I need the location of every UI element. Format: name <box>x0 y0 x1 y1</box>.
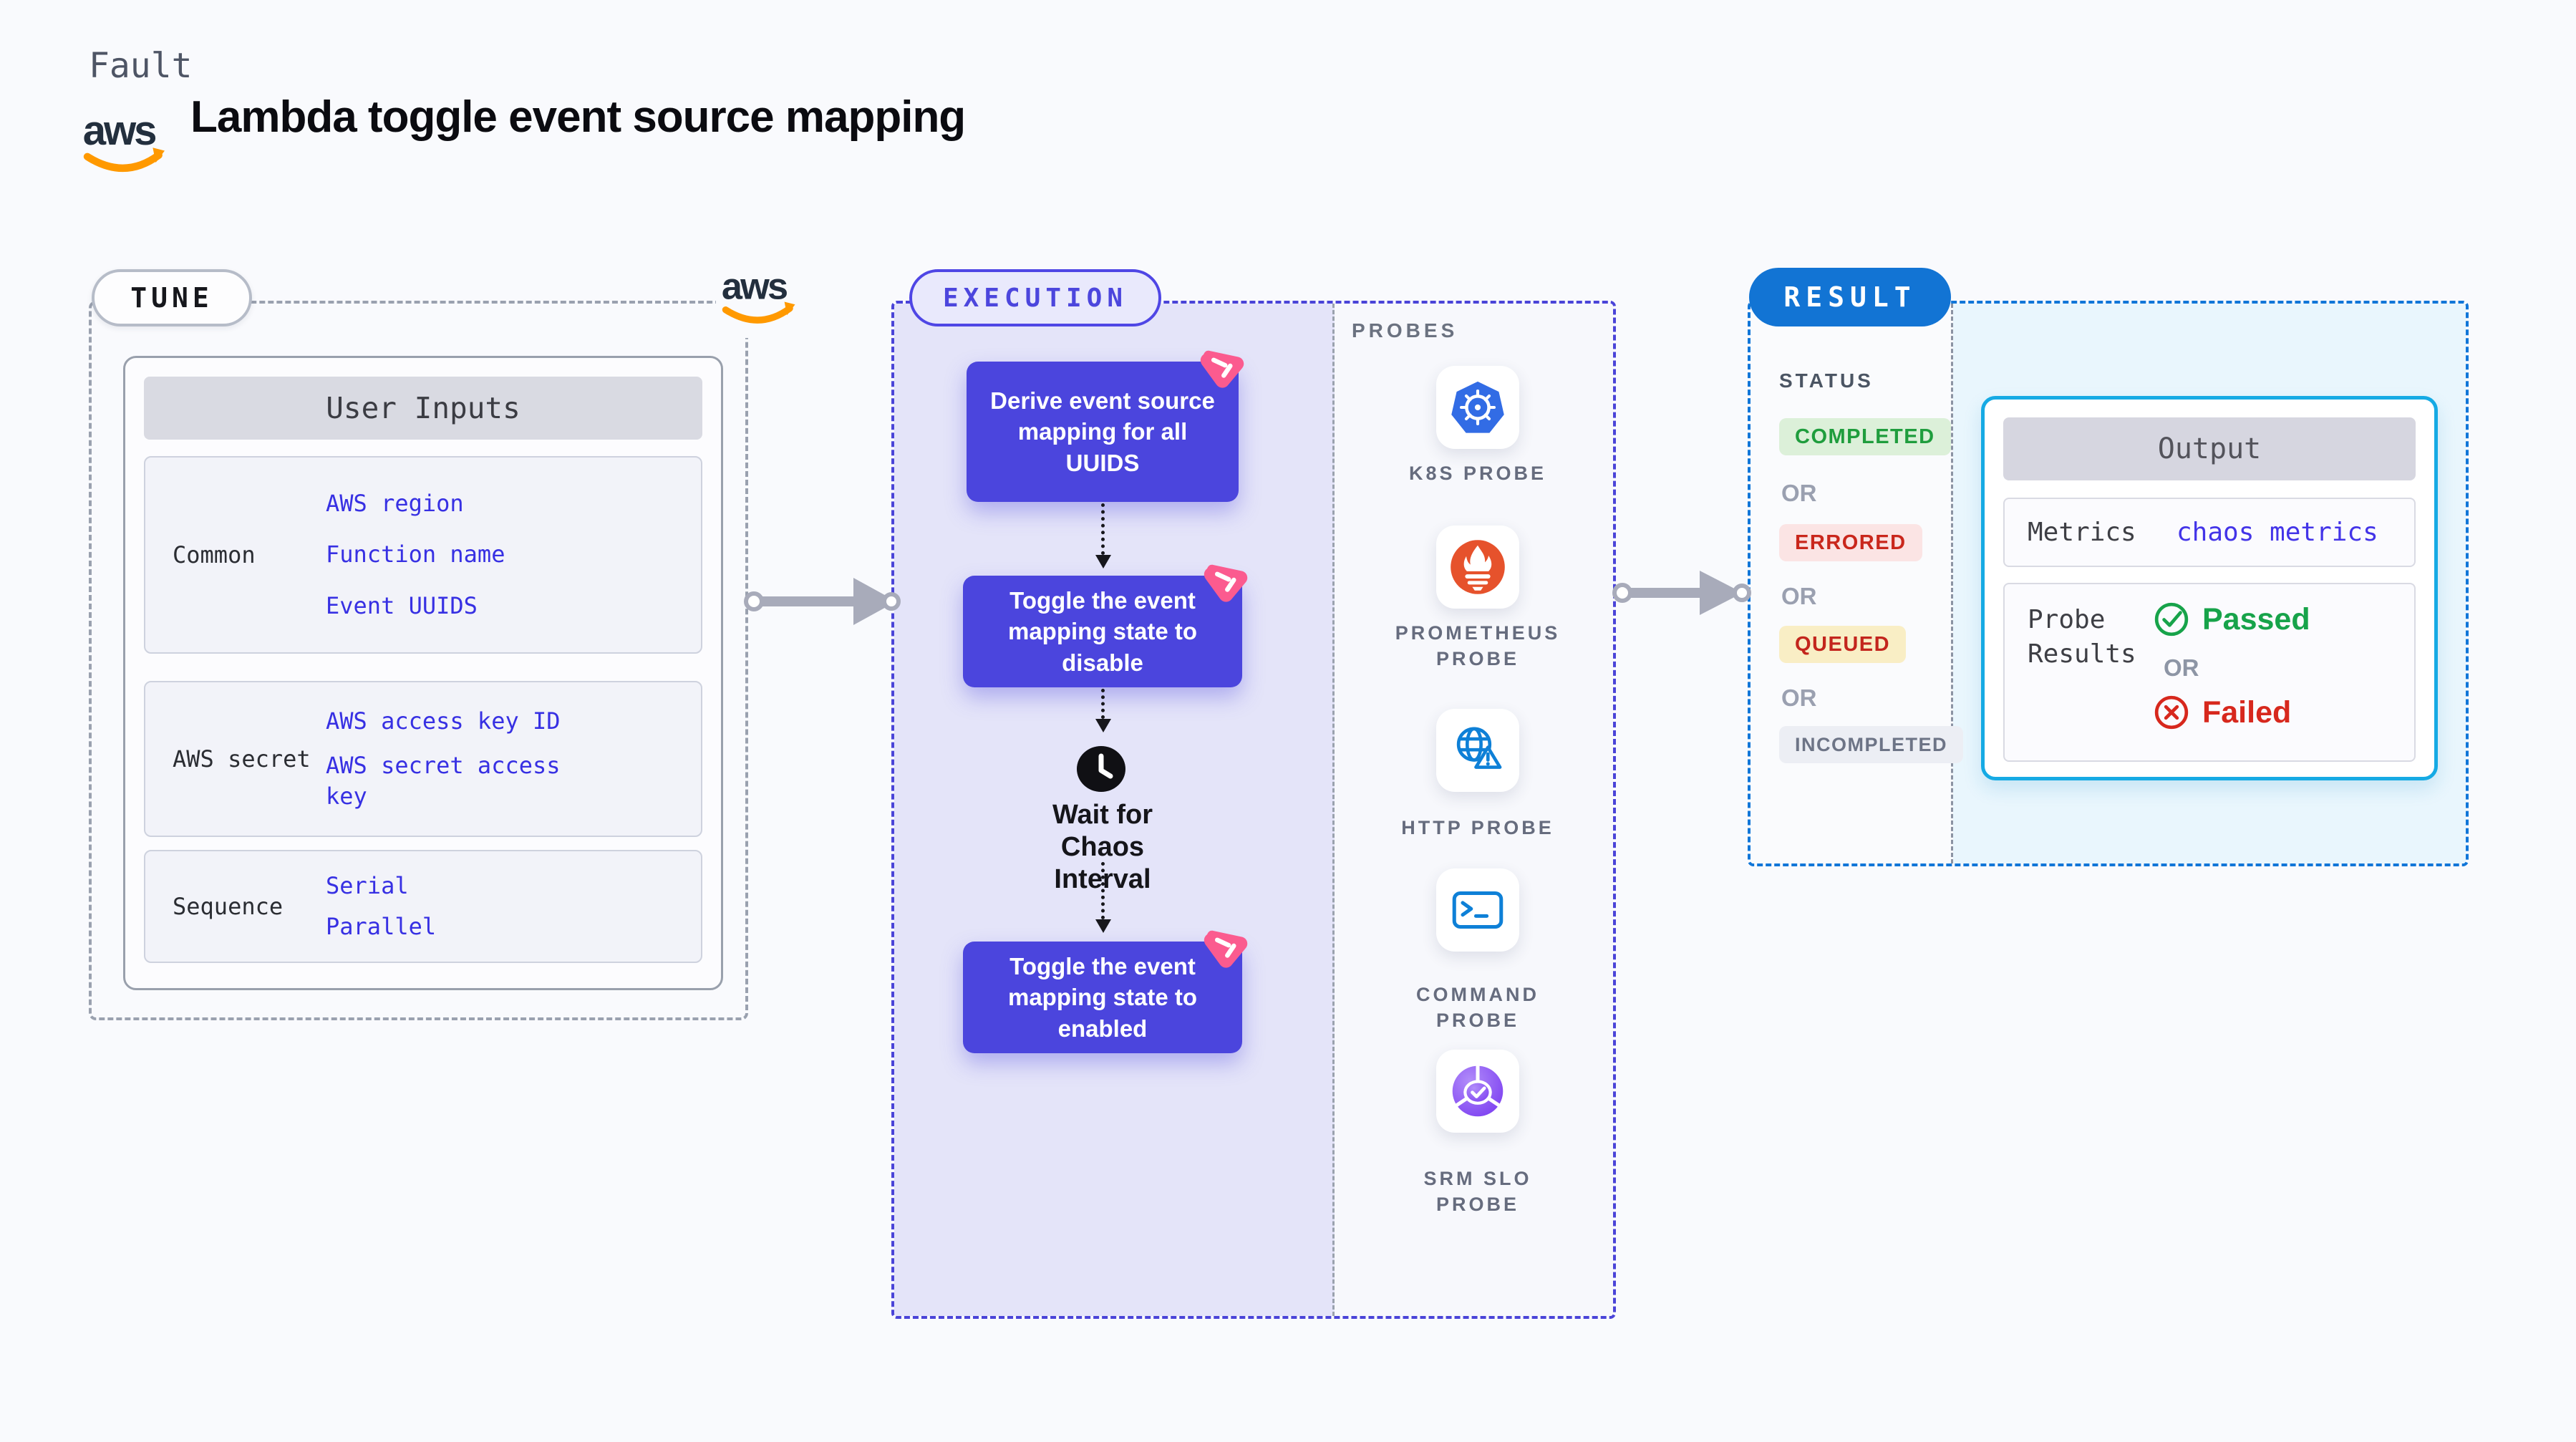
aws-logo-icon: aws <box>722 266 795 324</box>
probe-card-k8s <box>1436 366 1519 449</box>
output-metrics-row: Metrics chaos metrics <box>2003 498 2416 567</box>
input-link-event-uuids[interactable]: Event UUIDS <box>326 591 578 621</box>
output-probe-results-row: Probe Results Passed OR Failed <box>2003 583 2416 762</box>
probe-label-prometheus: PROMETHEUS PROBE <box>1395 622 1561 670</box>
aws-logo-tune: aws <box>716 255 805 338</box>
or-label: OR <box>1781 480 1817 506</box>
input-group-label: Common <box>173 541 256 568</box>
svg-text:aws: aws <box>722 266 787 308</box>
check-circle-icon <box>2154 602 2189 637</box>
probes-title: PROBES <box>1352 319 1458 342</box>
step-node-derive-mapping: Derive event source mapping for all UUID… <box>967 350 1244 502</box>
probe-label-k8s: K8S PROBE <box>1408 463 1547 484</box>
execution-probes-section: Derive event source mapping for all UUID… <box>891 301 1616 1319</box>
flow-connector <box>1101 862 1105 919</box>
or-label: OR <box>1781 583 1817 609</box>
fault-eyebrow-label: Fault <box>89 46 193 86</box>
status-badge-queued: QUEUED <box>1779 626 1907 663</box>
probe-card-command <box>1436 868 1519 952</box>
output-title: Output <box>2003 417 2416 480</box>
probe-card-http <box>1436 709 1519 792</box>
tune-badge: TUNE <box>92 269 252 326</box>
chaos-experiment-icon <box>1204 564 1248 602</box>
flow-connector <box>1101 689 1105 719</box>
input-group-label: AWS secret <box>173 745 311 773</box>
probe-card-srm-slo <box>1436 1050 1519 1133</box>
step-node-toggle-enable: Toggle the event mapping state to enable… <box>963 930 1248 1053</box>
fault-diagram-canvas: Fault aws Lambda toggle event source map… <box>0 0 2576 1442</box>
page-title: Lambda toggle event source mapping <box>190 92 966 142</box>
probe-card-prometheus <box>1436 526 1519 609</box>
output-card: Output Metrics chaos metrics Probe Resul… <box>1981 396 2438 780</box>
aws-logo-icon: aws <box>83 107 165 173</box>
input-group-label: Sequence <box>173 893 284 920</box>
passed-label: Passed <box>2202 601 2310 637</box>
wait-step <box>1076 745 1126 795</box>
result-badge: RESULT <box>1749 268 1951 326</box>
input-link-serial[interactable]: Serial <box>326 871 578 901</box>
probe-label-srm-slo: SRM SLO PROBE <box>1423 1168 1532 1216</box>
input-link-function-name[interactable]: Function name <box>326 539 578 570</box>
probes-to-result-arrow-icon <box>1612 571 1751 615</box>
input-link-aws-region[interactable]: AWS region <box>326 488 578 519</box>
probes-area <box>1335 304 1613 1316</box>
probe-label-command: COMMAND PROBE <box>1416 984 1539 1032</box>
status-title: STATUS <box>1779 369 1874 392</box>
step-node-label: Toggle the event mapping state to enable… <box>1007 952 1198 1042</box>
user-inputs-title: User Inputs <box>144 377 702 440</box>
execution-probes-divider <box>1332 304 1335 1316</box>
status-badge-errored: ERRORED <box>1779 524 1922 561</box>
step-node-label: Derive event source mapping for all UUID… <box>990 387 1215 476</box>
probe-label-http: HTTP PROBE <box>1401 817 1554 838</box>
chaos-experiment-icon <box>1204 930 1248 968</box>
execution-badge: EXECUTION <box>909 269 1161 326</box>
metrics-value-link[interactable]: chaos metrics <box>2176 499 2378 566</box>
flow-connector <box>1101 503 1105 555</box>
input-link-secret-access-key[interactable]: AWS secret access key <box>326 750 578 812</box>
status-badge-incompleted: INCOMPLETED <box>1779 726 1964 763</box>
or-label: OR <box>1781 684 1817 711</box>
metrics-label: Metrics <box>2028 518 2136 547</box>
probe-results-values: Passed OR Failed <box>2154 601 2310 730</box>
globe-warning-icon <box>1456 727 1502 769</box>
x-circle-icon <box>2154 695 2189 730</box>
input-group-sequence: Sequence Serial Parallel <box>144 850 702 963</box>
user-inputs-card: User Inputs Common AWS region Function n… <box>123 356 723 990</box>
slo-gauge-icon <box>1452 1065 1504 1117</box>
flow-connector-arrowhead <box>1095 719 1111 732</box>
flow-connector-arrowhead <box>1095 555 1111 568</box>
input-link-parallel[interactable]: Parallel <box>326 911 578 942</box>
step-node-label: Toggle the event mapping state to disabl… <box>1007 586 1198 676</box>
prometheus-icon <box>1451 540 1505 594</box>
kubernetes-icon <box>1451 381 1504 433</box>
clock-icon <box>1077 746 1125 792</box>
probe-results-label: Probe Results <box>2028 605 2136 669</box>
input-links: AWS region Function name Event UUIDS <box>326 458 701 652</box>
aws-logo-text: aws <box>83 107 155 154</box>
status-badge-completed: COMPLETED <box>1779 418 1951 455</box>
input-links: Serial Parallel <box>326 851 701 962</box>
terminal-icon <box>1452 891 1504 929</box>
input-group-aws-secret: AWS secret AWS access key ID AWS secret … <box>144 681 702 837</box>
passed-result: Passed <box>2154 601 2310 637</box>
flow-connector-arrowhead <box>1095 919 1111 933</box>
step-node-toggle-disable: Toggle the event mapping state to disabl… <box>963 564 1248 687</box>
tune-to-execution-arrow-icon <box>744 578 901 625</box>
or-label: OR <box>2164 654 2199 681</box>
result-divider <box>1951 304 1953 863</box>
input-link-access-key-id[interactable]: AWS access key ID <box>326 706 578 737</box>
failed-label: Failed <box>2202 695 2292 730</box>
input-links: AWS access key ID AWS secret access key <box>326 682 701 836</box>
failed-result: Failed <box>2154 695 2310 730</box>
input-group-common: Common AWS region Function name Event UU… <box>144 456 702 654</box>
chaos-experiment-icon <box>1200 350 1244 388</box>
